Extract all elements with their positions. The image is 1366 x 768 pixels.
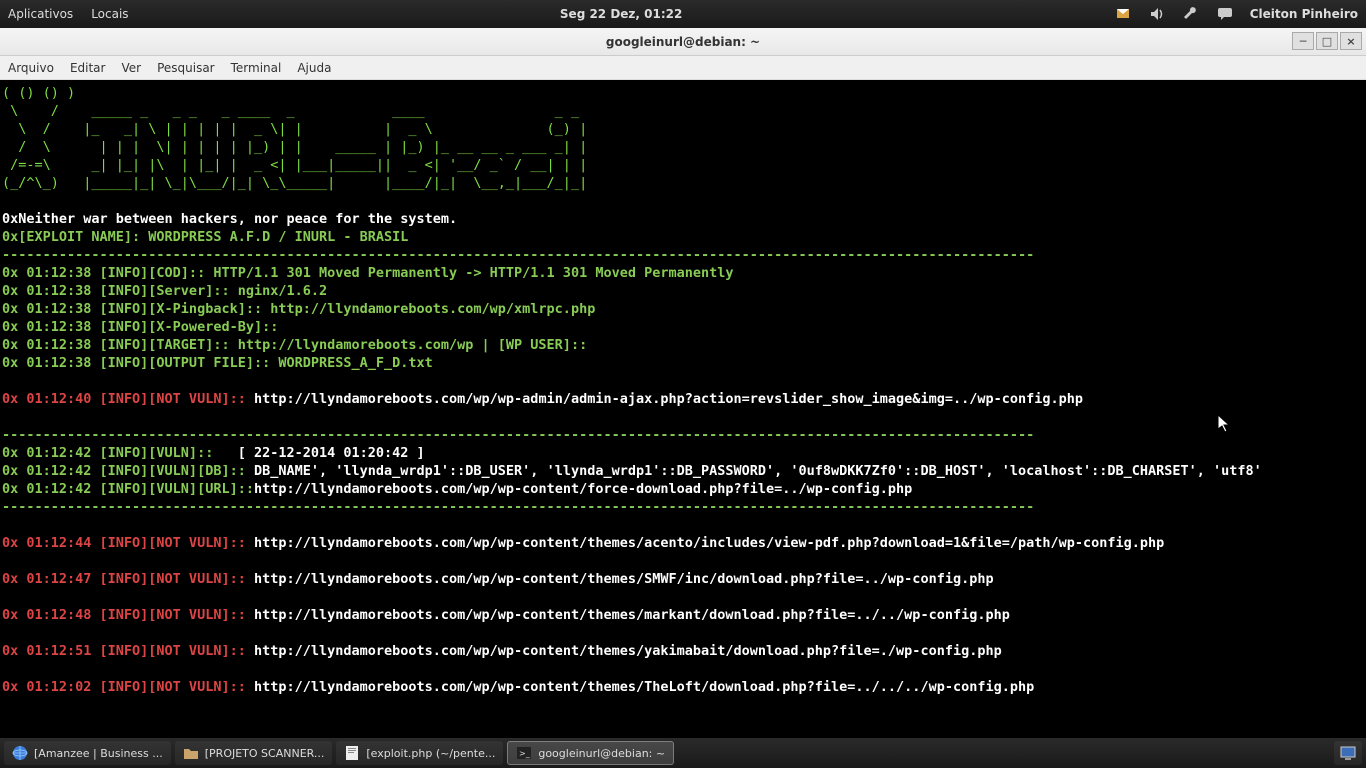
not-vuln-url: http://llyndamoreboots.com/wp/wp-content… (254, 571, 994, 587)
task-terminal[interactable]: >_ googleinurl@debian: ~ (507, 741, 674, 765)
vuln-time: [ 22-12-2014 01:20:42 ] (238, 445, 425, 461)
clock[interactable]: Seg 22 Dez, 01:22 (129, 7, 1114, 21)
task-files[interactable]: [PROJETO SCANNER... (175, 741, 333, 765)
divider: ----------------------------------------… (2, 247, 1034, 263)
vuln-db: DB_NAME', 'llynda_wrdp1'::DB_USER', 'lly… (254, 463, 1262, 479)
not-vuln-prefix: 0x 01:12:51 [INFO][NOT VULN]:: (2, 643, 254, 659)
task-label: [Amanzee | Business ... (34, 747, 163, 760)
globe-icon (12, 745, 28, 761)
task-label: [PROJETO SCANNER... (205, 747, 325, 760)
not-vuln-prefix: 0x 01:12:47 [INFO][NOT VULN]:: (2, 571, 254, 587)
window-title: googleinurl@debian: ~ (606, 35, 760, 49)
terminal-menu-bar: Arquivo Editar Ver Pesquisar Terminal Aj… (0, 56, 1366, 80)
ascii-banner: ( () () ) \ / _____ _ _ _ _ ____ _ ____ … (2, 85, 587, 191)
task-editor[interactable]: [exploit.php (~/pente... (336, 741, 503, 765)
close-button[interactable]: × (1340, 32, 1362, 50)
task-browser[interactable]: [Amanzee | Business ... (4, 741, 171, 765)
task-label: googleinurl@debian: ~ (538, 747, 665, 760)
vuln-db-prefix: 0x 01:12:42 [INFO][VULN][DB]:: (2, 463, 254, 479)
menu-file[interactable]: Arquivo (8, 61, 54, 75)
places-menu[interactable]: Locais (91, 7, 128, 21)
not-vuln-url: http://llyndamoreboots.com/wp/wp-content… (254, 643, 1002, 659)
taskbar: [Amanzee | Business ... [PROJETO SCANNER… (0, 738, 1366, 768)
divider: ----------------------------------------… (2, 427, 1034, 443)
not-vuln-prefix: 0x 01:12:02 [INFO][NOT VULN]:: (2, 679, 254, 695)
not-vuln-url: http://llyndamoreboots.com/wp/wp-content… (254, 607, 1010, 623)
info-powered: 0x 01:12:38 [INFO][X-Powered-By]:: (2, 319, 278, 335)
svg-text:>_: >_ (519, 749, 531, 758)
menu-help[interactable]: Ajuda (297, 61, 331, 75)
show-desktop[interactable] (1334, 741, 1362, 765)
update-icon[interactable] (1114, 5, 1132, 23)
desktop-icon (1340, 745, 1356, 761)
terminal-icon: >_ (516, 745, 532, 761)
info-output: 0x 01:12:38 [INFO][OUTPUT FILE]:: WORDPR… (2, 355, 433, 371)
vuln-prefix: 0x 01:12:42 [INFO][VULN]:: (2, 445, 238, 461)
divider: ----------------------------------------… (2, 499, 1034, 515)
vuln-url-prefix: 0x 01:12:42 [INFO][VULN][URL]:: (2, 481, 254, 497)
not-vuln-url: http://llyndamoreboots.com/wp/wp-content… (254, 535, 1164, 551)
info-server: 0x 01:12:38 [INFO][Server]:: nginx/1.6.2 (2, 283, 327, 299)
folder-icon (183, 745, 199, 761)
vuln-url: http://llyndamoreboots.com/wp/wp-content… (254, 481, 912, 497)
terminal-output[interactable]: ( () () ) \ / _____ _ _ _ _ ____ _ ____ … (0, 80, 1366, 735)
menu-search[interactable]: Pesquisar (157, 61, 215, 75)
minimize-button[interactable]: ─ (1292, 32, 1314, 50)
info-pingback: 0x 01:12:38 [INFO][X-Pingback]:: http://… (2, 301, 595, 317)
maximize-button[interactable]: □ (1316, 32, 1338, 50)
info-target: 0x 01:12:38 [INFO][TARGET]:: http://llyn… (2, 337, 587, 353)
not-vuln-prefix: 0x 01:12:48 [INFO][NOT VULN]:: (2, 607, 254, 623)
menu-terminal[interactable]: Terminal (231, 61, 282, 75)
not-vuln-url: http://llyndamoreboots.com/wp/wp-content… (254, 679, 1034, 695)
exploit-name: 0x[EXPLOIT NAME]: WORDPRESS A.F.D / INUR… (2, 229, 408, 245)
slogan: 0xNeither war between hackers, nor peace… (2, 211, 457, 227)
not-vuln-url: http://llyndamoreboots.com/wp/wp-admin/a… (254, 391, 1083, 407)
chat-icon[interactable] (1216, 5, 1234, 23)
task-label: [exploit.php (~/pente... (366, 747, 495, 760)
window-titlebar[interactable]: googleinurl@debian: ~ ─ □ × (0, 28, 1366, 56)
wrench-icon[interactable] (1182, 5, 1200, 23)
menu-edit[interactable]: Editar (70, 61, 106, 75)
not-vuln-prefix: 0x 01:12:44 [INFO][NOT VULN]:: (2, 535, 254, 551)
menu-view[interactable]: Ver (121, 61, 141, 75)
editor-icon (344, 745, 360, 761)
volume-icon[interactable] (1148, 5, 1166, 23)
user-menu[interactable]: Cleiton Pinheiro (1250, 7, 1358, 21)
applications-menu[interactable]: Aplicativos (8, 7, 73, 21)
info-cod: 0x 01:12:38 [INFO][COD]:: HTTP/1.1 301 M… (2, 265, 734, 281)
top-panel: Aplicativos Locais Seg 22 Dez, 01:22 Cle… (0, 0, 1366, 28)
not-vuln-prefix: 0x 01:12:40 [INFO][NOT VULN]:: (2, 391, 254, 407)
